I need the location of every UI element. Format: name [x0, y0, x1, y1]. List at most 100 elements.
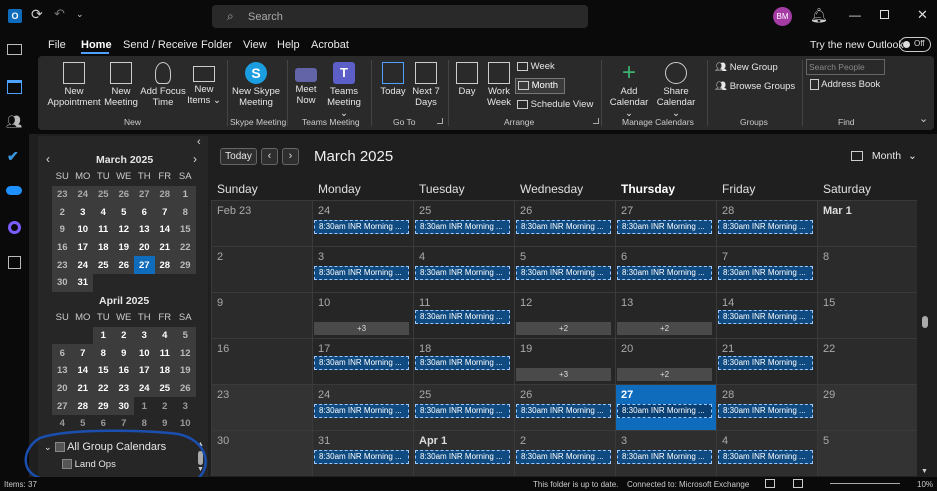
calendar-event[interactable]: 8:30am INR Morning ... — [516, 450, 611, 464]
avatar[interactable]: BM — [773, 7, 792, 26]
mini-day[interactable]: 15 — [175, 221, 196, 239]
mini-day[interactable]: 20 — [134, 238, 155, 257]
mini-day[interactable]: 6 — [134, 203, 155, 222]
mini-day[interactable]: 30 — [113, 397, 134, 416]
mini-day[interactable]: 27 — [134, 185, 155, 204]
undo-icon[interactable]: ↶ — [54, 6, 65, 22]
menu-send-receive[interactable]: Send / Receive — [123, 39, 198, 51]
more-events-button[interactable]: +2 — [516, 322, 611, 335]
mini-day[interactable]: 12 — [113, 221, 134, 239]
mini-day[interactable]: 2 — [52, 203, 73, 222]
mini-day[interactable]: 13 — [52, 362, 73, 380]
new-skype-meeting-button[interactable]: S New Skype Meeting — [230, 62, 282, 108]
copilot-icon[interactable] — [8, 221, 21, 234]
mini-day[interactable]: 25 — [154, 379, 175, 398]
mini-day[interactable]: 1 — [93, 326, 114, 345]
today-nav-button[interactable]: Today — [220, 148, 257, 165]
calendar-event[interactable]: 8:30am INR Morning ... — [718, 266, 813, 280]
menu-acrobat[interactable]: Acrobat — [311, 39, 349, 51]
add-focus-time-button[interactable]: Add Focus Time — [140, 62, 186, 108]
mini-day[interactable]: 1 — [175, 185, 196, 204]
schedule-view-button[interactable]: Schedule View — [517, 99, 593, 110]
calendar-event[interactable]: 8:30am INR Morning ... — [718, 310, 813, 324]
mini-day[interactable]: 14 — [72, 362, 93, 380]
goto-dialog-launcher-icon[interactable] — [437, 118, 443, 124]
mini-day[interactable]: 23 — [113, 379, 134, 398]
calendar-scrollbar-thumb[interactable] — [922, 316, 928, 328]
mini-day[interactable]: 24 — [72, 185, 93, 204]
calendar-event[interactable]: 8:30am INR Morning ... — [314, 266, 409, 280]
mini-day[interactable]: 3 — [134, 326, 155, 345]
more-events-button[interactable]: +3 — [314, 322, 409, 335]
mini-day[interactable]: 26 — [113, 185, 134, 204]
mini-day[interactable]: 24 — [72, 256, 93, 275]
calendar-event[interactable]: 8:30am INR Morning ... — [314, 404, 409, 418]
zoom-slider[interactable] — [830, 483, 900, 484]
calendar-nav-icon[interactable] — [7, 80, 22, 94]
mini-day[interactable]: 24 — [134, 379, 155, 398]
calendar-event[interactable]: 8:30am INR Morning ... — [516, 404, 611, 418]
mini-day[interactable]: 13 — [134, 221, 155, 239]
week-view-button[interactable]: Week — [517, 61, 555, 75]
mini-day[interactable]: 23 — [52, 256, 73, 275]
address-book-button[interactable]: Address Book — [810, 79, 880, 90]
mini-day[interactable]: 23 — [52, 185, 73, 204]
calendar-event[interactable]: 8:30am INR Morning ... — [718, 356, 813, 370]
mini-day[interactable]: 8 — [93, 344, 114, 363]
mini-day[interactable]: 29 — [175, 256, 196, 275]
mini-day[interactable]: 1 — [134, 397, 155, 415]
calendar-event[interactable]: 8:30am INR Morning ... — [415, 310, 510, 324]
next-month-button[interactable]: › — [282, 148, 299, 165]
mini-day[interactable]: 30 — [52, 274, 73, 292]
mini-day[interactable]: 16 — [113, 362, 134, 380]
mini-day[interactable]: 6 — [52, 344, 73, 363]
mini-day[interactable]: 10 — [72, 221, 93, 239]
calendar-event[interactable]: 8:30am INR Morning ... — [718, 404, 813, 418]
more-events-button[interactable]: +3 — [516, 368, 611, 381]
mail-icon[interactable] — [7, 44, 22, 55]
mini-day[interactable]: 2 — [113, 326, 134, 345]
mini-day[interactable]: 21 — [154, 238, 175, 257]
view-selector[interactable]: Month ⌄ — [851, 150, 917, 162]
mini-day[interactable]: 18 — [154, 362, 175, 380]
mini-day[interactable]: 21 — [72, 379, 93, 398]
calendar-event[interactable]: 8:30am INR Morning ... — [415, 404, 510, 418]
more-events-button[interactable]: +2 — [617, 368, 712, 381]
new-items-button[interactable]: New Items ⌄ — [186, 62, 222, 106]
menu-help[interactable]: Help — [277, 39, 300, 51]
mini-day[interactable]: 11 — [154, 344, 175, 363]
search-box[interactable]: ⌕ Search — [212, 5, 588, 28]
calendar-event[interactable]: 8:30am INR Morning ... — [617, 266, 712, 280]
mini-day[interactable]: 8 — [175, 203, 196, 222]
arrange-dialog-launcher-icon[interactable] — [593, 118, 599, 124]
mini-day[interactable]: 4 — [93, 203, 114, 222]
calendar-event[interactable]: 8:30am INR Morning ... — [314, 220, 409, 234]
quick-access-dropdown-icon[interactable]: ⌄ — [76, 9, 84, 20]
people-icon[interactable]: 👥︎ — [6, 114, 23, 130]
mini-day[interactable]: 26 — [113, 256, 134, 275]
mini-day[interactable]: 28 — [154, 256, 175, 275]
mini-day[interactable]: 26 — [175, 379, 196, 398]
calendar-event[interactable]: 8:30am INR Morning ... — [415, 220, 510, 234]
tasks-icon[interactable]: ✔ — [7, 148, 19, 165]
mini-day[interactable]: 3 — [72, 203, 93, 222]
new-outlook-toggle[interactable]: Off — [899, 37, 931, 52]
mini-cal-next-icon[interactable]: › — [193, 152, 197, 166]
calendar-event[interactable]: 8:30am INR Morning ... — [617, 220, 712, 234]
mini-day[interactable]: 15 — [93, 362, 114, 380]
mini-day[interactable]: 20 — [52, 379, 73, 398]
bell-icon[interactable]: 🔔︎ — [810, 7, 828, 24]
calendar-event[interactable]: 8:30am INR Morning ... — [617, 450, 712, 464]
more-apps-icon[interactable] — [8, 256, 21, 269]
mini-day[interactable]: 17 — [134, 362, 155, 380]
close-icon[interactable]: ✕ — [917, 7, 928, 23]
calendar-event[interactable]: 8:30am INR Morning ... — [718, 220, 813, 234]
new-meeting-button[interactable]: New Meeting — [102, 62, 140, 108]
next-7-days-button[interactable]: Next 7 Days — [410, 62, 442, 108]
mini-day[interactable]: 31 — [72, 274, 93, 292]
new-group-button[interactable]: 👥︎ New Group — [715, 62, 778, 73]
mini-day[interactable]: 28 — [154, 185, 175, 204]
day-view-button[interactable]: Day — [452, 62, 482, 97]
day-cell[interactable] — [211, 246, 312, 292]
mini-day[interactable]: 29 — [93, 397, 114, 416]
